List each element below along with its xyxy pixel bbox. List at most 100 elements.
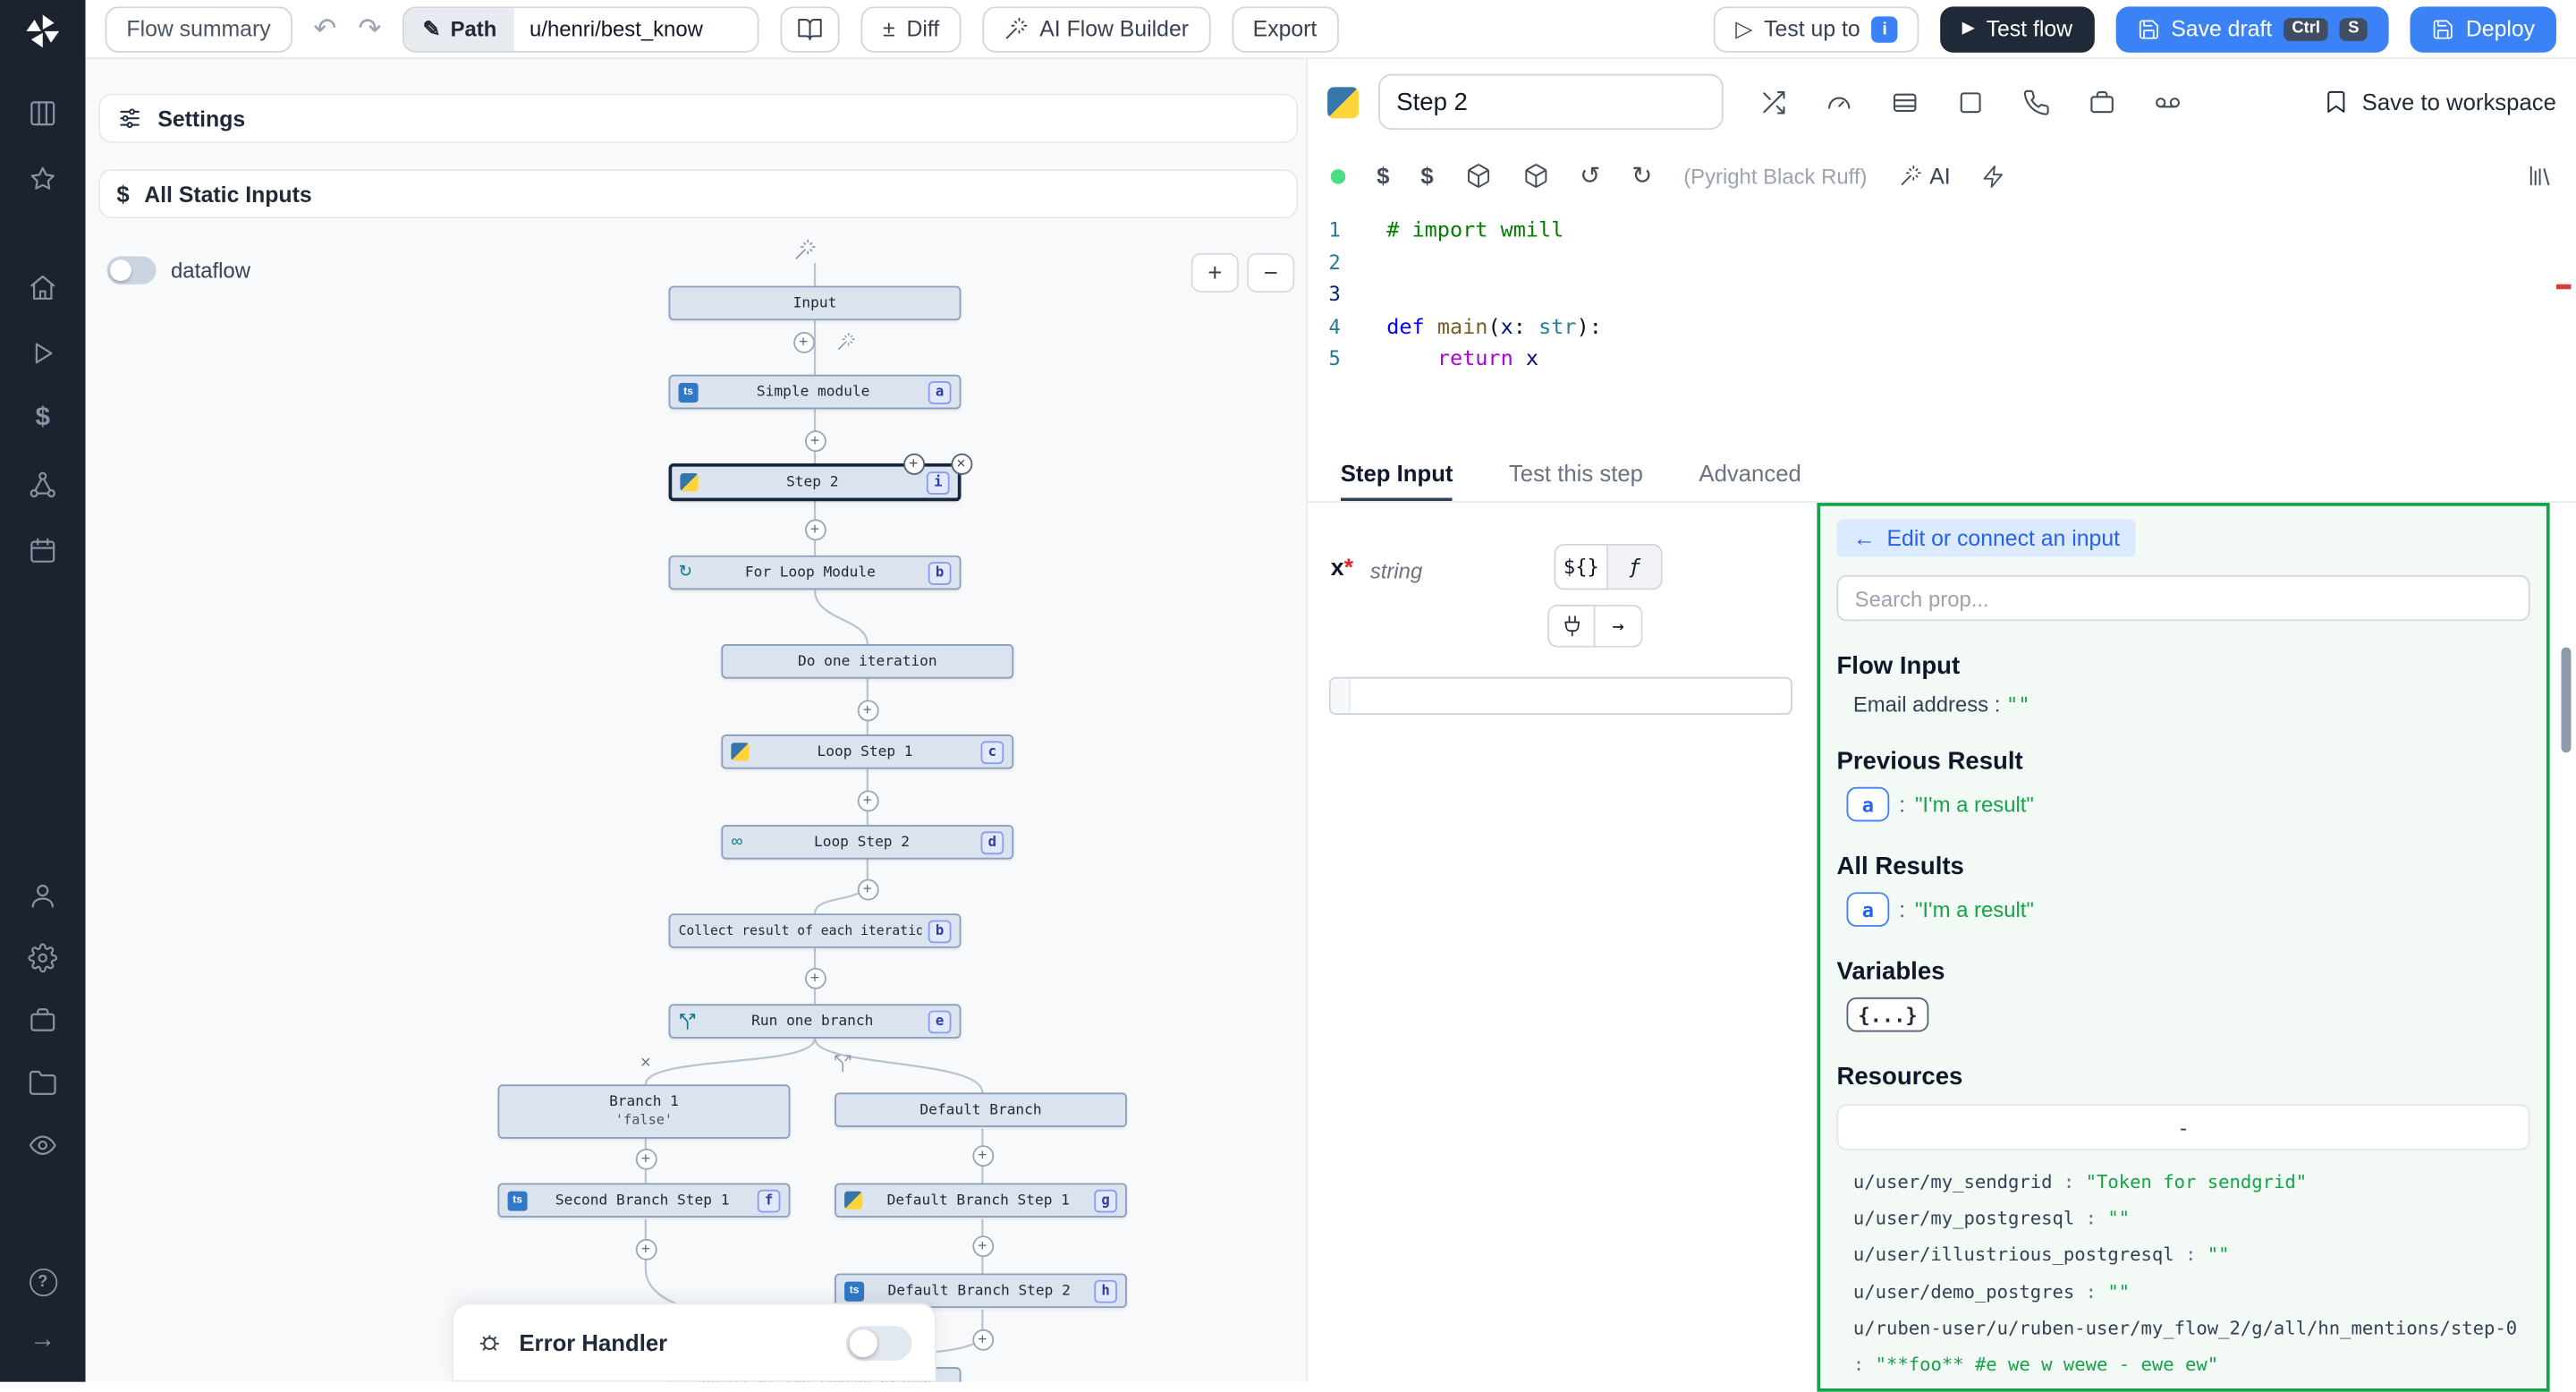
add-branch-icon[interactable] <box>833 1053 852 1073</box>
error-handler-bar[interactable]: Error Handler <box>452 1303 936 1382</box>
voicemail-icon[interactable] <box>2154 88 2182 115</box>
rotate-ccw-icon[interactable]: ↺ <box>1580 164 1600 189</box>
windmill-logo-icon[interactable] <box>13 10 72 53</box>
add-step-button[interactable]: + <box>857 790 878 811</box>
ai-wand-icon[interactable] <box>793 238 817 261</box>
flow-settings-bar[interactable]: Settings <box>98 94 1298 143</box>
remove-step-button[interactable]: × <box>951 453 972 474</box>
flow-node-second-branch-step-1[interactable]: ts Second Branch Step 1 f <box>498 1183 791 1218</box>
export-button[interactable]: Export <box>1232 5 1338 51</box>
argument-value-input[interactable] <box>1329 677 1792 715</box>
flow-node-do-one-iteration[interactable]: Do one iteration <box>721 644 1013 679</box>
zoom-out-button[interactable]: − <box>1247 253 1294 293</box>
help-icon[interactable]: ? <box>13 1260 72 1303</box>
settings-gear-icon[interactable] <box>13 937 72 980</box>
flow-node-branch-1[interactable]: Branch 1 'false' <box>498 1084 791 1139</box>
save-draft-button[interactable]: Save draftCtrlS <box>2115 5 2389 51</box>
add-step-button[interactable]: + <box>804 967 826 989</box>
insert-step-button[interactable]: + <box>902 453 924 474</box>
tab-advanced[interactable]: Advanced <box>1699 444 1801 501</box>
package-icon[interactable] <box>1465 163 1491 189</box>
all-results-row[interactable]: a : "I'm a result" <box>1836 892 2529 927</box>
resource-row[interactable]: u/ruben-user/u/ruben-user/my_flow_2/g/al… <box>1853 1311 2530 1383</box>
resource-select[interactable]: - <box>1836 1104 2529 1150</box>
shuffle-icon[interactable] <box>1759 88 1787 115</box>
apps-grid-icon[interactable] <box>13 92 72 135</box>
step-id-badge[interactable]: a <box>1846 787 1889 822</box>
add-step-button[interactable]: + <box>635 1148 657 1169</box>
add-step-button[interactable]: + <box>857 878 878 900</box>
home-icon[interactable] <box>13 267 72 310</box>
error-handler-toggle[interactable] <box>846 1325 911 1360</box>
diff-button[interactable]: ±Diff <box>861 5 961 51</box>
variables-row[interactable]: {...} <box>1836 997 2529 1032</box>
rotate-cw-icon[interactable]: ↻ <box>1631 164 1652 189</box>
flow-node-collect-result[interactable]: Collect result of each iteration b <box>669 913 962 948</box>
runs-play-icon[interactable] <box>13 332 72 375</box>
resource-row[interactable]: u/user/illustrious_postgresql : "" <box>1853 1238 2530 1275</box>
variables-object-badge[interactable]: {...} <box>1846 997 1928 1032</box>
vertical-scrollbar-thumb[interactable] <box>2561 648 2571 753</box>
flow-node-input[interactable]: Input <box>669 286 962 321</box>
rows-icon[interactable] <box>1891 88 1919 115</box>
flow-summary-button[interactable]: Flow summary <box>106 5 292 51</box>
folders-icon[interactable] <box>13 1062 72 1105</box>
ai-flow-builder-button[interactable]: AI Flow Builder <box>982 5 1210 51</box>
docs-book-button[interactable] <box>781 5 840 51</box>
code-editor[interactable]: 1# import wmill 2 3 4def main(x: str): 5… <box>1308 207 2576 443</box>
dollar-icon[interactable]: $ <box>1420 165 1433 188</box>
briefcase-icon[interactable] <box>2088 88 2115 115</box>
resource-row[interactable]: u/user/my_sendgrid : "Token for sendgrid… <box>1853 1165 2530 1201</box>
previous-result-row[interactable]: a : "I'm a result" <box>1836 787 2529 822</box>
audit-eye-icon[interactable] <box>13 1125 72 1167</box>
flow-node-for-loop[interactable]: ↻ For Loop Module b <box>669 556 962 590</box>
deploy-button[interactable]: Deploy <box>2410 5 2556 51</box>
schedules-calendar-icon[interactable] <box>13 529 72 572</box>
library-panel-icon[interactable] <box>2527 163 2553 189</box>
add-step-button[interactable]: + <box>635 1238 657 1260</box>
edit-or-connect-button[interactable]: ←Edit or connect an input <box>1836 519 2136 556</box>
package-icon[interactable] <box>1522 163 1548 189</box>
undo-icon[interactable]: ↶ <box>313 15 336 43</box>
dollar-icon[interactable]: $ <box>1377 165 1389 188</box>
add-step-button[interactable]: + <box>971 1235 993 1256</box>
add-step-button[interactable]: + <box>857 700 878 721</box>
gauge-icon[interactable] <box>1826 88 1853 115</box>
variables-dollar-icon[interactable]: $ <box>13 397 72 440</box>
add-step-button[interactable]: + <box>971 1144 993 1166</box>
step-name-input[interactable] <box>1378 74 1724 130</box>
apply-arrow-button[interactable]: → <box>1595 605 1642 648</box>
add-step-button[interactable]: + <box>971 1328 993 1350</box>
step-id-badge[interactable]: a <box>1846 892 1889 927</box>
flow-node-simple-module[interactable]: ts Simple module a <box>669 375 962 410</box>
resource-row[interactable]: u/user/demo_postgres : "" <box>1853 1274 2530 1311</box>
ai-insert-wand-icon[interactable] <box>836 332 856 352</box>
resources-hub-icon[interactable] <box>13 463 72 506</box>
template-expr-button[interactable]: ${} <box>1555 544 1609 590</box>
all-static-inputs-bar[interactable]: $ All Static Inputs <box>98 169 1298 218</box>
path-pill[interactable]: ✎Path <box>404 7 514 50</box>
zoom-in-button[interactable]: + <box>1191 253 1239 293</box>
add-step-button[interactable]: + <box>792 331 814 352</box>
tab-test-this-step[interactable]: Test this step <box>1509 444 1643 501</box>
plug-connect-button[interactable] <box>1547 605 1595 648</box>
square-icon[interactable] <box>1957 88 1985 115</box>
workers-briefcase-icon[interactable] <box>13 999 72 1042</box>
flow-node-default-branch[interactable]: Default Branch <box>835 1092 1127 1127</box>
save-to-workspace-button[interactable]: Save to workspace <box>2323 89 2556 115</box>
flow-node-run-one-branch[interactable]: Run one branch e <box>669 1004 962 1039</box>
flow-input-row[interactable]: Email address : "" <box>1836 692 2529 717</box>
add-step-button[interactable]: + <box>804 518 826 539</box>
flow-node-loop-step-2[interactable]: ∞ Loop Step 2 d <box>721 825 1013 860</box>
phone-icon[interactable] <box>2022 88 2050 115</box>
ai-assist-button[interactable]: AI <box>1898 164 1950 189</box>
function-mode-button[interactable]: ƒ <box>1608 544 1663 590</box>
resource-row[interactable]: u/user/my_postgresql : "" <box>1853 1201 2530 1238</box>
flow-node-loop-step-1[interactable]: Loop Step 1 c <box>721 734 1013 769</box>
search-prop-input[interactable] <box>1836 575 2529 621</box>
remove-branch-icon[interactable]: × <box>634 1052 657 1075</box>
path-input[interactable] <box>515 7 758 50</box>
redo-icon[interactable]: ↷ <box>358 15 381 43</box>
users-icon[interactable] <box>13 875 72 918</box>
test-flow-button[interactable]: ▶Test flow <box>1941 5 2094 51</box>
